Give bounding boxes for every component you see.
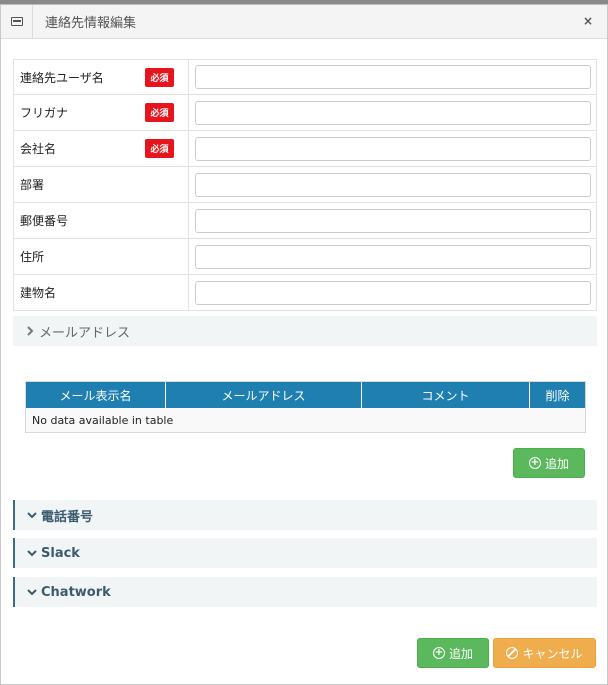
form-row-company: 会社名 必須: [13, 131, 597, 167]
mail-table: メール表示名 メールアドレス コメント 削除 No data available…: [25, 381, 586, 433]
input-cell: [189, 167, 596, 202]
input-cell: [189, 203, 596, 238]
dialog-title: 連絡先情報編集: [45, 16, 137, 31]
chevron-down-icon: [25, 588, 39, 596]
section-chatwork-toggle[interactable]: Chatwork: [13, 577, 597, 607]
form-row-username: 連絡先ユーザ名 必須: [13, 59, 597, 95]
field-label: 住所: [20, 250, 45, 264]
field-label: 会社名: [20, 142, 57, 156]
plus-circle-icon: +: [432, 647, 445, 659]
label-cell: 部署: [14, 167, 189, 202]
section-label: メールアドレス: [39, 325, 131, 341]
form-row-department: 部署: [13, 167, 597, 203]
contact-form: 連絡先ユーザ名 必須 フリガナ 必須 会社名 必須 部署 郵便番号 住所 建物名: [13, 59, 597, 311]
address-input[interactable]: [195, 244, 591, 269]
section-phone-toggle[interactable]: 電話番号: [13, 500, 597, 530]
button-label: 追加: [448, 646, 473, 661]
column-header[interactable]: コメント: [362, 382, 530, 408]
postal-code-input[interactable]: [195, 208, 591, 233]
required-badge: 必須: [145, 103, 174, 122]
form-row-building: 建物名: [13, 275, 597, 311]
section-label: 電話番号: [41, 509, 94, 525]
column-header[interactable]: 削除: [530, 382, 585, 408]
dialog-titlebar: 連絡先情報編集 ×: [1, 5, 607, 39]
add-mail-button[interactable]: + 追加: [513, 448, 585, 478]
column-header[interactable]: メール表示名: [26, 382, 166, 408]
section-label: Slack: [41, 545, 80, 561]
column-header[interactable]: メールアドレス: [166, 382, 362, 408]
label-cell: 建物名: [14, 275, 189, 310]
close-icon[interactable]: ×: [583, 14, 593, 28]
cancel-button[interactable]: キャンセル: [493, 638, 596, 668]
mail-table-empty: No data available in table: [26, 408, 585, 432]
chevron-right-icon: [23, 326, 37, 336]
field-label: フリガナ: [20, 106, 69, 120]
window-icon: [10, 17, 23, 26]
label-cell: 郵便番号: [14, 203, 189, 238]
form-row-address: 住所: [13, 239, 597, 275]
field-label: 郵便番号: [20, 214, 69, 228]
required-badge: 必須: [145, 68, 174, 87]
required-badge: 必須: [145, 139, 174, 158]
button-label: 追加: [544, 456, 569, 471]
chevron-down-icon: [25, 549, 39, 557]
section-label: Chatwork: [41, 584, 111, 600]
label-cell: フリガナ 必須: [14, 95, 189, 130]
add-button[interactable]: + 追加: [417, 638, 489, 668]
input-cell: [189, 275, 596, 310]
label-cell: 住所: [14, 239, 189, 274]
field-label: 建物名: [20, 286, 57, 300]
title-icon-box: [1, 5, 33, 38]
building-input[interactable]: [195, 280, 591, 305]
input-cell: [189, 131, 596, 166]
section-mail-toggle[interactable]: メールアドレス: [13, 316, 597, 346]
form-row-postal: 郵便番号: [13, 203, 597, 239]
form-row-furigana: フリガナ 必須: [13, 95, 597, 131]
button-label: キャンセル: [522, 646, 583, 661]
ban-icon: [506, 647, 519, 659]
company-input[interactable]: [195, 136, 591, 161]
field-label: 連絡先ユーザ名: [20, 70, 104, 85]
section-slack-toggle[interactable]: Slack: [13, 538, 597, 568]
department-input[interactable]: [195, 172, 591, 197]
label-cell: 会社名 必須: [14, 131, 189, 166]
plus-circle-icon: +: [528, 457, 541, 469]
contact-edit-dialog: 連絡先情報編集 × 連絡先ユーザ名 必須 フリガナ 必須 会社名 必須 部署 郵…: [0, 4, 608, 685]
input-cell: [189, 60, 596, 94]
furigana-input[interactable]: [195, 100, 591, 125]
field-label: 部署: [20, 178, 45, 192]
username-input[interactable]: [195, 65, 591, 89]
input-cell: [189, 95, 596, 130]
mail-table-header: メール表示名 メールアドレス コメント 削除: [26, 382, 585, 408]
chevron-down-icon: [25, 511, 39, 519]
input-cell: [189, 239, 596, 274]
label-cell: 連絡先ユーザ名 必須: [14, 60, 189, 94]
